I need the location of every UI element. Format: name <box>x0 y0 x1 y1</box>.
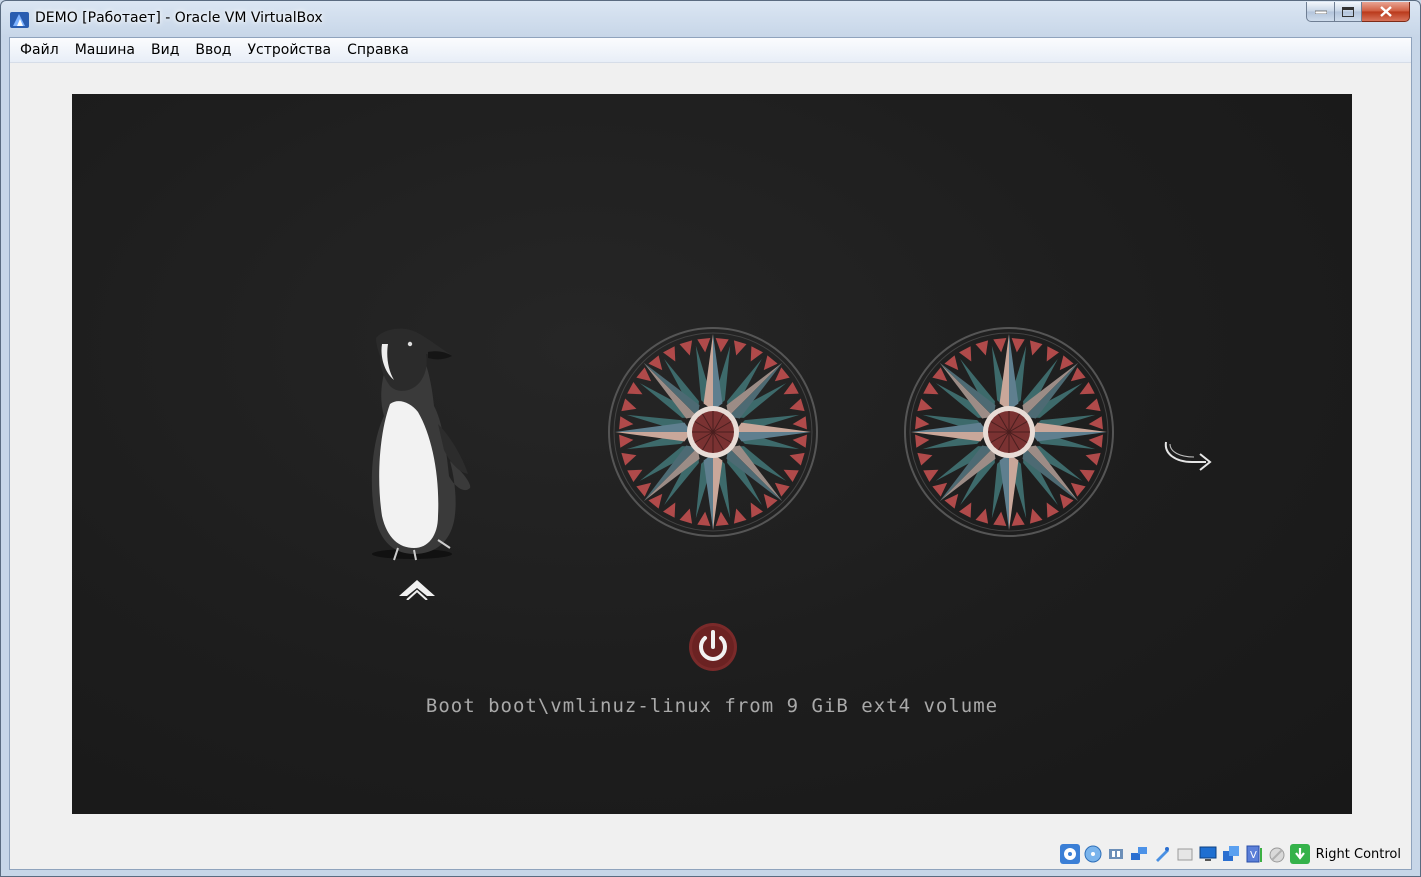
video-capture-icon[interactable] <box>1221 844 1241 864</box>
audio-icon[interactable] <box>1106 844 1126 864</box>
virtualbox-window: DEMO [Работает] - Oracle VM VirtualBox Ф… <box>0 0 1421 877</box>
network-icon[interactable] <box>1129 844 1149 864</box>
hard-disk-icon[interactable] <box>1059 844 1080 864</box>
mouse-integration-icon[interactable] <box>1267 844 1287 864</box>
menu-file[interactable]: Файл <box>12 38 67 62</box>
minimize-button[interactable] <box>1306 2 1335 22</box>
window-title: DEMO [Работает] - Oracle VM VirtualBox <box>35 10 323 26</box>
menu-bar: Файл Машина Вид Ввод Устройства Справка <box>10 38 1411 63</box>
menu-machine[interactable]: Машина <box>67 38 143 62</box>
curved-arrow-icon <box>1164 441 1212 471</box>
menu-help[interactable]: Справка <box>339 38 417 62</box>
minimize-icon <box>1314 10 1327 14</box>
display-icon[interactable] <box>1198 844 1218 864</box>
optical-disk-icon[interactable] <box>1083 844 1103 864</box>
svg-text:V: V <box>1250 850 1257 861</box>
menu-input[interactable]: Ввод <box>187 38 239 62</box>
close-icon <box>1379 6 1392 17</box>
close-button[interactable] <box>1362 2 1410 22</box>
title-bar[interactable]: DEMO [Работает] - Oracle VM VirtualBox <box>1 1 1420 35</box>
penguin-icon[interactable] <box>354 326 484 562</box>
keyboard-capture-icon[interactable] <box>1289 844 1310 864</box>
selection-caret-icon <box>399 580 435 600</box>
maximize-icon <box>1342 6 1354 17</box>
power-icon[interactable] <box>688 622 738 672</box>
compass-icon[interactable] <box>903 326 1115 538</box>
vm-client-area: Файл Машина Вид Ввод Устройства Справка <box>9 37 1412 870</box>
boot-description: Boot boot\vmlinuz-linux from 9 GiB ext4 … <box>425 695 999 717</box>
virtualization-icon[interactable]: V <box>1244 844 1264 864</box>
status-bar: V Right Control <box>1059 841 1401 867</box>
maximize-button[interactable] <box>1335 2 1362 22</box>
vm-display[interactable]: Boot boot\vmlinuz-linux from 9 GiB ext4 … <box>72 94 1352 814</box>
menu-devices[interactable]: Устройства <box>240 38 340 62</box>
shared-folders-icon[interactable] <box>1175 844 1195 864</box>
host-key-label: Right Control <box>1315 846 1401 862</box>
virtualbox-app-icon <box>10 12 29 28</box>
menu-view[interactable]: Вид <box>143 38 187 62</box>
compass-icon[interactable] <box>607 326 819 538</box>
usb-icon[interactable] <box>1152 844 1172 864</box>
